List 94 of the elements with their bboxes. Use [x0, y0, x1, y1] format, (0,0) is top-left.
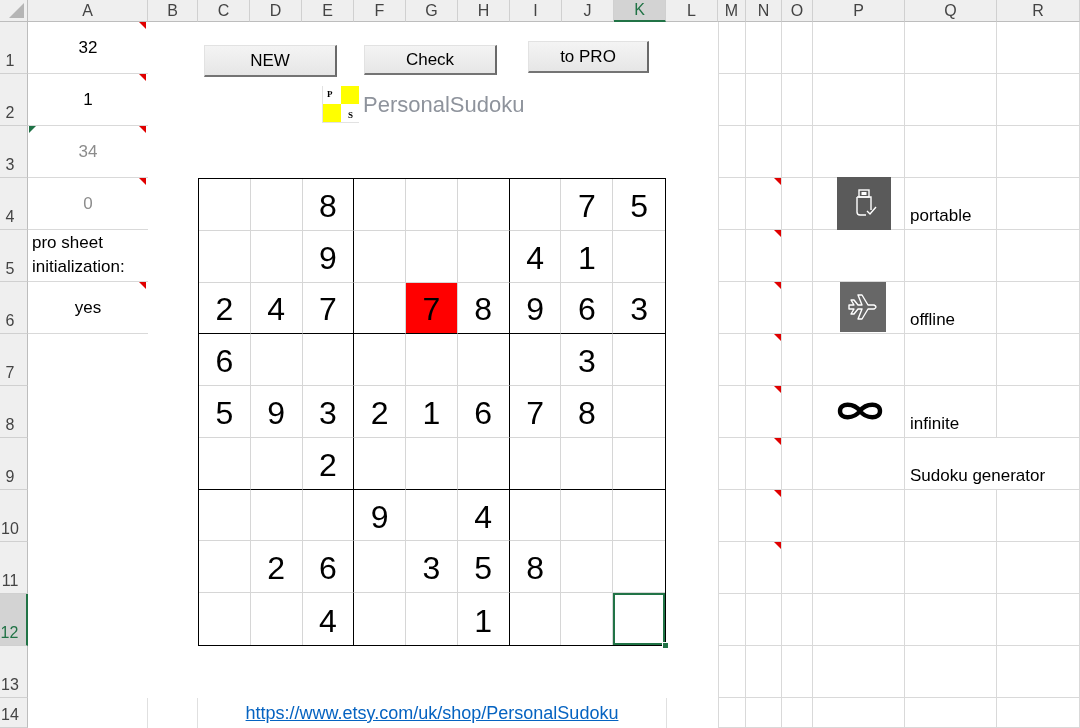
sudoku-cell[interactable]: [302, 489, 355, 542]
column-header[interactable]: C: [198, 0, 250, 22]
sudoku-cell[interactable]: 3: [613, 282, 665, 335]
sudoku-cell[interactable]: 8: [561, 386, 614, 438]
infinity-icon: [836, 400, 884, 422]
sudoku-cell[interactable]: [457, 179, 510, 231]
sudoku-cell[interactable]: [302, 334, 355, 387]
cell-value: yes: [74, 297, 102, 318]
sudoku-cell[interactable]: 4: [509, 230, 562, 283]
sudoku-cell[interactable]: 1: [406, 386, 458, 438]
column-header[interactable]: H: [458, 0, 510, 22]
sudoku-cell[interactable]: 9: [250, 386, 303, 438]
row-header[interactable]: 2: [0, 74, 28, 126]
sudoku-cell[interactable]: 1: [457, 593, 510, 645]
cell-value: 0: [83, 193, 93, 214]
row-header[interactable]: 8: [0, 386, 28, 438]
sheet-button[interactable]: Check: [364, 45, 497, 75]
row-header[interactable]: 5: [0, 230, 28, 282]
sudoku-cell[interactable]: 7: [561, 179, 614, 231]
cell-value: 32: [78, 37, 98, 58]
column-header[interactable]: L: [666, 0, 718, 22]
cell-value: 1: [83, 89, 93, 110]
column-header[interactable]: F: [354, 0, 406, 22]
sudoku-cell[interactable]: 4: [302, 593, 355, 645]
sudoku-cell[interactable]: 9: [354, 489, 407, 542]
column-header[interactable]: R: [997, 0, 1080, 22]
select-all-icon[interactable]: [9, 3, 24, 18]
row-header[interactable]: 6: [0, 282, 28, 334]
column-header[interactable]: B: [148, 0, 198, 22]
feature-label: infinite: [910, 414, 960, 434]
sudoku-cell[interactable]: 2: [199, 282, 251, 335]
row-header[interactable]: 7: [0, 334, 28, 386]
column-header[interactable]: N: [746, 0, 782, 22]
sudoku-cell[interactable]: 9: [302, 230, 355, 283]
sudoku-cell[interactable]: 7: [406, 282, 458, 335]
sudoku-cell[interactable]: 8: [509, 541, 562, 594]
sudoku-cell[interactable]: 5: [613, 179, 665, 231]
row-header[interactable]: 14: [0, 698, 28, 728]
sudoku-cell[interactable]: 1: [561, 230, 614, 283]
row-header[interactable]: 10: [0, 490, 28, 542]
sudoku-cell[interactable]: 7: [302, 282, 355, 335]
column-header[interactable]: Q: [905, 0, 997, 22]
row-header[interactable]: 13: [0, 646, 28, 698]
logo-text: PersonalSudoku: [363, 91, 525, 118]
sudoku-cell[interactable]: 3: [406, 541, 458, 594]
sudoku-cell[interactable]: 2: [250, 541, 303, 594]
sudoku-cell[interactable]: 8: [302, 179, 355, 231]
shop-link[interactable]: https://www.etsy.com/uk/shop/PersonalSudoku: [245, 703, 619, 724]
sudoku-cell[interactable]: [457, 334, 510, 387]
sheet-button[interactable]: to PRO: [528, 41, 649, 73]
sudoku-cell[interactable]: 5: [457, 541, 510, 594]
logo-letter: S: [348, 110, 353, 122]
sudoku-cell[interactable]: 3: [561, 334, 614, 387]
sheet-button[interactable]: NEW: [204, 45, 337, 77]
column-header[interactable]: M: [718, 0, 746, 22]
sudoku-cell[interactable]: 4: [457, 489, 510, 542]
sudoku-cell[interactable]: 7: [509, 386, 562, 438]
sudoku-cell[interactable]: 6: [457, 386, 510, 438]
sudoku-cell[interactable]: 6: [199, 334, 251, 387]
sudoku-cell[interactable]: 6: [302, 541, 355, 594]
logo-letter: P: [327, 89, 333, 101]
column-header[interactable]: J: [562, 0, 614, 22]
row-header[interactable]: 11: [0, 542, 28, 594]
sudoku-cell[interactable]: 2: [354, 386, 407, 438]
sudoku-cell[interactable]: 9: [509, 282, 562, 335]
sudoku-cell[interactable]: 8: [457, 282, 510, 335]
sudoku-cell[interactable]: 5: [199, 386, 251, 438]
cell-label: pro sheet initialization:: [32, 232, 126, 278]
feature-label: offline: [910, 310, 956, 330]
sudoku-cell[interactable]: [457, 230, 510, 283]
column-header[interactable]: O: [782, 0, 813, 22]
column-header[interactable]: E: [302, 0, 354, 22]
row-header[interactable]: 3: [0, 126, 28, 178]
column-header[interactable]: P: [813, 0, 905, 22]
column-header[interactable]: I: [510, 0, 562, 22]
sudoku-cell[interactable]: 6: [561, 282, 614, 335]
usb-drive-icon: [837, 177, 891, 230]
airplane-icon: [840, 282, 886, 332]
feature-label: portable: [910, 206, 972, 226]
row-header[interactable]: 1: [0, 22, 28, 74]
sudoku-cell[interactable]: 4: [250, 282, 303, 335]
feature-label: Sudoku generator: [910, 466, 1046, 486]
sudoku-cell[interactable]: 3: [302, 386, 355, 438]
column-header[interactable]: K: [614, 0, 666, 22]
column-header[interactable]: G: [406, 0, 458, 22]
column-header[interactable]: A: [28, 0, 148, 22]
row-header[interactable]: 12: [0, 594, 28, 646]
column-header[interactable]: D: [250, 0, 302, 22]
row-header[interactable]: 4: [0, 178, 28, 230]
fill-handle[interactable]: [662, 642, 669, 649]
sudoku-cell[interactable]: [457, 437, 510, 490]
row-header[interactable]: 9: [0, 438, 28, 490]
cell-value: 34: [78, 141, 98, 162]
sudoku-cell[interactable]: 2: [302, 437, 355, 490]
